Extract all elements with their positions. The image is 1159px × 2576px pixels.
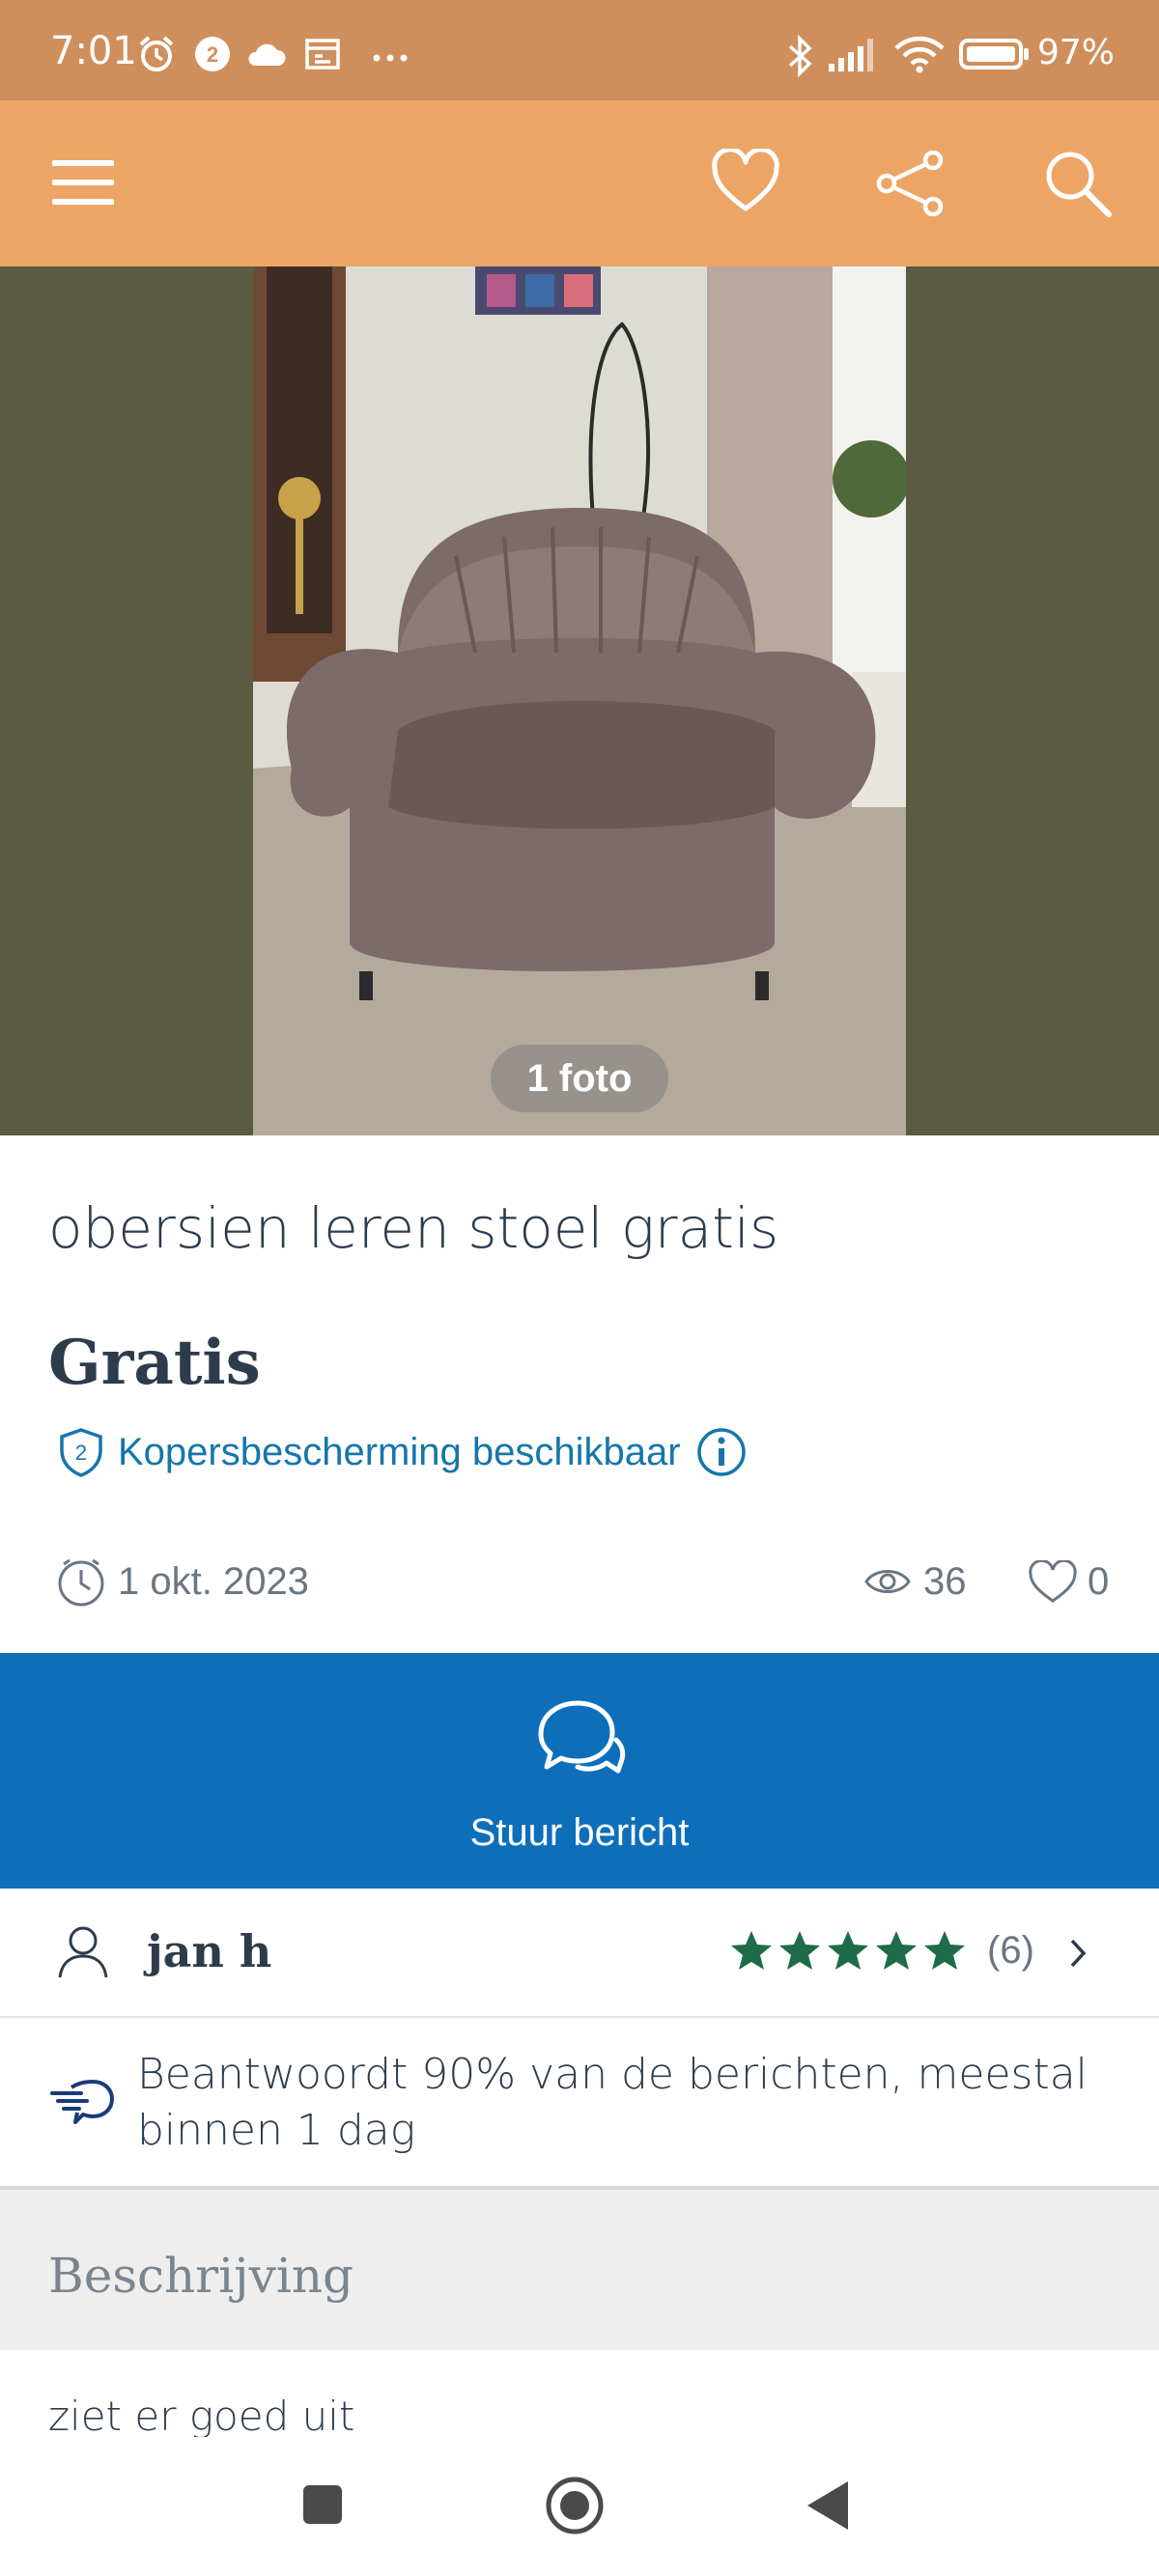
bluetooth-icon — [788, 35, 812, 77]
wifi-icon — [894, 36, 945, 73]
listing-meta: 1 okt. 2023 36 0 — [56, 1553, 1118, 1610]
photo-count-badge: 1 foto — [491, 1045, 668, 1112]
info-icon[interactable] — [696, 1427, 747, 1477]
battery-icon — [959, 39, 1029, 70]
recent-apps-icon[interactable] — [301, 2483, 344, 2526]
app-bar — [0, 100, 1159, 266]
more-dots-icon — [373, 54, 408, 62]
view-count: 36 — [923, 1560, 967, 1603]
response-rate-text: Beantwoordt 90% van de berichten, meesta… — [137, 2050, 1088, 2155]
notification-2-icon: 2 — [195, 37, 230, 71]
shield-icon: 2 — [60, 1428, 102, 1477]
listing-price: Gratis — [48, 1327, 261, 1399]
description-title: Beschrijving — [48, 2248, 354, 2304]
system-nav-bar — [0, 2443, 1159, 2576]
response-rate-row: Beantwoordt 90% van de berichten, meesta… — [0, 2018, 1159, 2190]
alarm-icon — [139, 36, 174, 71]
chevron-right-icon — [1070, 1939, 1087, 1968]
status-time: 7:01 — [50, 29, 137, 73]
rating-stars — [731, 1931, 965, 1970]
photo-gallery[interactable]: 1 foto — [0, 266, 1159, 1135]
menu-icon[interactable] — [52, 158, 114, 207]
heart-icon[interactable] — [711, 149, 780, 214]
description-text: ziet er goed uit — [48, 2393, 355, 2437]
rating-count: (6) — [987, 1929, 1034, 1972]
listing-photo[interactable] — [253, 266, 906, 1135]
buyer-protection-link[interactable]: 2 Kopersbescherming beschikbaar — [58, 1425, 747, 1479]
clock-icon — [58, 1558, 104, 1607]
svg-text:2: 2 — [75, 1441, 87, 1465]
favorite-count: 0 — [1088, 1560, 1110, 1603]
send-message-button[interactable]: Stuur bericht — [0, 1653, 1159, 1889]
share-icon[interactable] — [875, 151, 945, 216]
status-bar: 7:01 2 97% — [0, 0, 1159, 100]
listing-date: 1 okt. 2023 — [118, 1560, 309, 1603]
send-message-label: Stuur bericht — [469, 1811, 690, 1854]
user-icon — [58, 1926, 108, 1978]
listing-title: obersien leren stoel gratis — [48, 1195, 779, 1261]
chat-bubbles-icon — [538, 1700, 626, 1774]
home-icon[interactable] — [545, 2476, 605, 2535]
calendar-icon — [305, 39, 340, 70]
back-icon[interactable] — [806, 2479, 850, 2532]
eye-icon — [864, 1570, 911, 1593]
battery-percentage: 97% — [1037, 33, 1116, 72]
search-icon[interactable] — [1043, 149, 1113, 218]
fast-reply-icon — [50, 2080, 114, 2124]
cloud-icon — [248, 43, 286, 66]
buyer-protection-label: Kopersbescherming beschikbaar — [118, 1430, 681, 1473]
seller-row[interactable]: jan h (6) — [0, 1890, 1159, 2018]
seller-name: jan h — [147, 1925, 272, 1977]
description-header: Beschrijving — [0, 2190, 1159, 2350]
svg-text:2: 2 — [207, 42, 218, 67]
favorite-count-heart-icon — [1029, 1560, 1077, 1603]
signal-icon — [829, 39, 873, 71]
